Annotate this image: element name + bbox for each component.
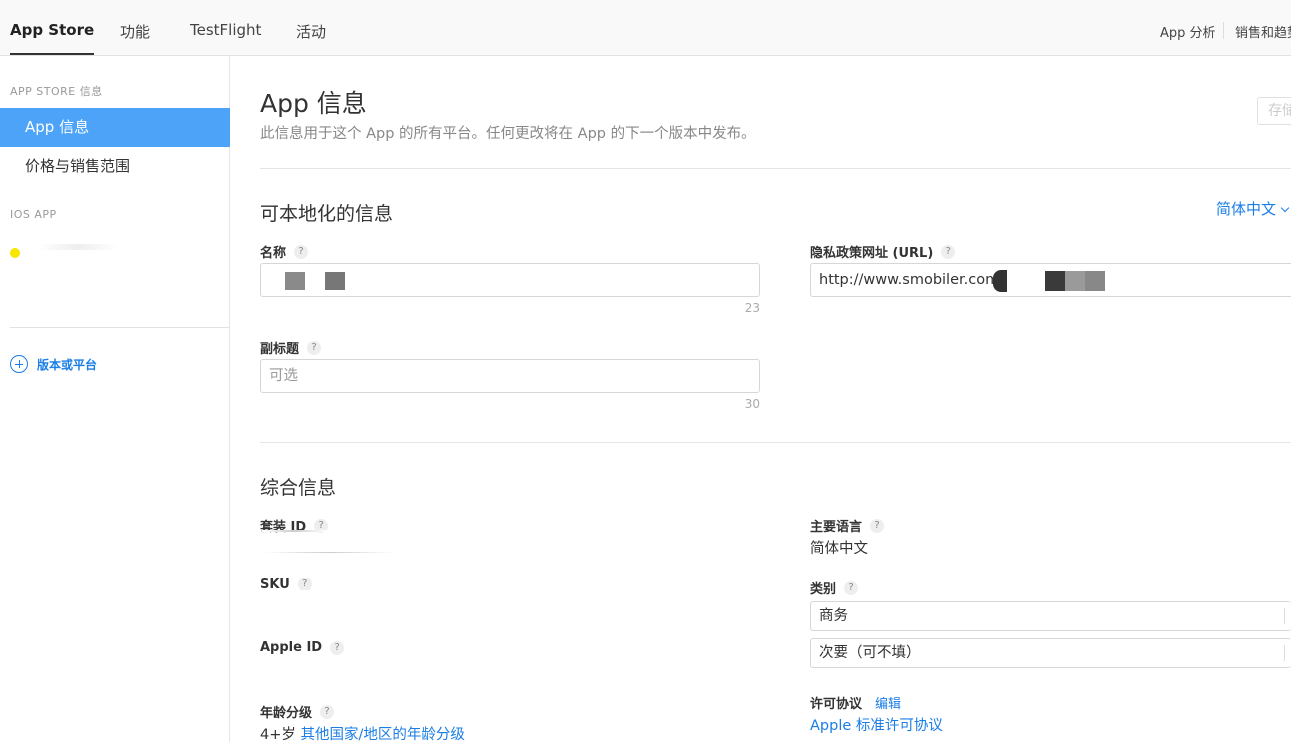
sidebar-divider [10,327,230,328]
top-navigation: App Store 功能 TestFlight 活动 App 分析 销售和趋势 [0,0,1291,56]
tab-features[interactable]: 功能 [120,21,150,42]
app-analytics-link[interactable]: App 分析 [1160,22,1216,41]
sidebar-section-app-store-info: APP STORE 信息 [10,85,103,98]
redacted-version-label[interactable] [38,244,118,250]
language-select[interactable]: 简体中文 [1216,198,1290,219]
redacted-block [325,272,345,290]
general-section-title: 综合信息 [260,477,337,499]
license-agreement-link[interactable]: Apple 标准许可协议 [810,714,943,735]
name-label: 名称? [260,242,309,261]
apple-id-label-text: Apple ID [260,640,323,655]
localizable-section-title: 可本地化的信息 [260,203,394,225]
age-rating-label: 年龄分级? [260,702,335,721]
select-divider [1284,645,1285,661]
sidebar-item-app-info[interactable]: App 信息 [0,108,230,147]
primary-language-label-text: 主要语言 [810,520,863,535]
sku-label-text: SKU [260,578,290,590]
bundle-id-label-text: 套装 ID [260,520,307,535]
nav-divider [1223,22,1224,39]
redacted-block [1045,271,1065,291]
sidebar: APP STORE 信息 App 信息 价格与销售范围 IOS APP 版本或平… [0,56,230,742]
age-rating-label-text: 年龄分级 [260,706,313,721]
subtitle-field[interactable]: 可选 [260,359,760,393]
page-title: App 信息 [260,89,367,118]
divider [260,168,1291,169]
save-button[interactable]: 存储 [1257,97,1291,125]
divider [260,442,1291,443]
other-regions-age-link[interactable]: 其他国家/地区的年龄分级 [300,727,464,742]
subtitle-char-counter: 30 [744,397,760,411]
redacted-bundle-underline [262,530,326,532]
language-select-label: 简体中文 [1216,200,1277,218]
help-icon[interactable]: ? [330,640,345,655]
redacted-block [1065,271,1085,291]
add-version-label: 版本或平台 [37,357,98,372]
license-edit-link[interactable]: 编辑 [875,693,901,712]
subtitle-label: 副标题? [260,338,322,357]
category-label: 类别? [810,578,859,597]
category-label-text: 类别 [810,582,837,597]
name-char-counter: 23 [744,301,760,315]
license-label: 许可协议 编辑 [810,693,901,712]
license-label-text: 许可协议 [810,697,863,712]
privacy-url-value: http://www.smobiler.com [819,272,1000,288]
status-dot-icon [10,248,20,258]
help-icon[interactable]: ? [307,340,322,355]
redacted-block [1085,271,1105,291]
privacy-url-field[interactable]: http://www.smobiler.com [810,263,1291,297]
secondary-category-select[interactable]: 次要（可不填） [810,638,1291,668]
help-icon[interactable]: ? [844,580,859,595]
help-icon[interactable]: ? [294,244,309,259]
primary-language-value[interactable]: 简体中文 [810,537,868,558]
redacted-bundle-value [264,552,394,553]
sidebar-section-ios-app: IOS APP [10,208,57,221]
help-icon[interactable]: ? [941,244,956,259]
help-icon[interactable]: ? [320,704,335,719]
privacy-url-label: 隐私政策网址 (URL)? [810,242,956,261]
main-content: App 信息 此信息用于这个 App 的所有平台。任何更改将在 App 的下一个… [230,56,1291,742]
age-rating-text: 4+岁 [260,727,296,742]
redacted-block [285,272,305,290]
tab-app-store[interactable]: App Store [10,21,95,55]
apple-id-label: Apple ID? [260,640,345,655]
plus-circle-icon [10,355,28,373]
primary-language-label: 主要语言? [810,516,885,535]
help-icon[interactable]: ? [297,578,312,590]
chevron-down-icon [1280,203,1290,213]
subtitle-label-text: 副标题 [260,342,300,357]
redacted-block [993,270,1007,292]
select-divider [1284,608,1285,624]
add-version-button[interactable]: 版本或平台 [10,354,97,374]
page-subtitle: 此信息用于这个 App 的所有平台。任何更改将在 App 的下一个版本中发布。 [260,126,756,142]
help-icon[interactable]: ? [870,518,885,533]
sidebar-item-pricing[interactable]: 价格与销售范围 [0,147,230,186]
tab-testflight[interactable]: TestFlight [190,21,261,39]
primary-category-select[interactable]: 商务 [810,601,1291,631]
age-rating-value: 4+岁 其他国家/地区的年龄分级 [260,723,465,742]
tab-activity[interactable]: 活动 [296,21,326,42]
sales-trends-link[interactable]: 销售和趋势 [1235,22,1291,41]
name-field[interactable] [260,263,760,297]
privacy-url-label-text: 隐私政策网址 (URL) [810,246,934,261]
secondary-category-value: 次要（可不填） [819,645,921,661]
bundle-id-label: 套装 ID? [260,516,329,535]
sku-label: SKU? [260,578,312,590]
primary-category-value: 商务 [819,608,848,624]
name-label-text: 名称 [260,246,287,261]
